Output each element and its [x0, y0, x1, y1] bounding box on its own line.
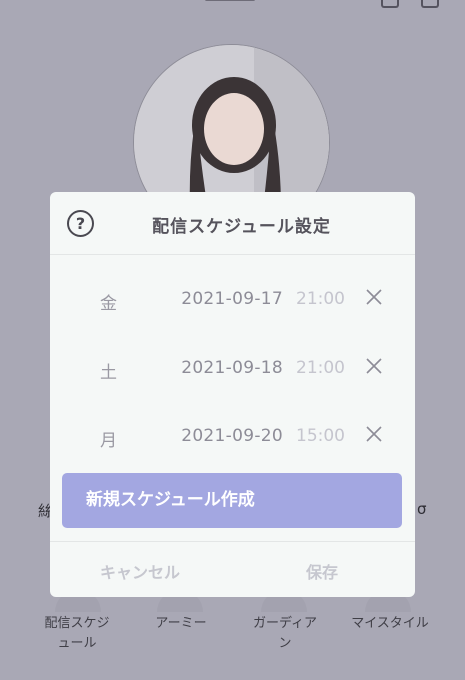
- new-schedule-button[interactable]: 新規スケジュール作成: [62, 473, 402, 528]
- top-icons: [381, 0, 439, 8]
- schedule-day: 金: [100, 294, 117, 314]
- schedule-time[interactable]: 15:00: [296, 426, 345, 446]
- dialog-header: ? 配信スケジュール設定: [50, 192, 415, 255]
- schedule-settings-dialog: ? 配信スケジュール設定 金 2021-09-17 21:00 土 2021-0…: [50, 192, 415, 597]
- close-icon[interactable]: [364, 356, 384, 376]
- dialog-footer: キャンセル 保存: [50, 541, 415, 597]
- schedule-time[interactable]: 21:00: [296, 289, 345, 309]
- menu-icon[interactable]: [421, 0, 439, 8]
- schedule-row: 月 2021-09-20 15:00: [50, 423, 415, 453]
- cancel-button[interactable]: キャンセル: [100, 559, 180, 583]
- menu-item-army[interactable]: アーミー: [136, 614, 226, 634]
- close-icon[interactable]: [364, 287, 384, 307]
- menu-item-schedule[interactable]: 配信スケジ ュール: [32, 614, 122, 654]
- save-button[interactable]: 保存: [306, 559, 338, 583]
- dialog-title: 配信スケジュール設定: [152, 217, 331, 237]
- schedule-list: 金 2021-09-17 21:00 土 2021-09-18 21:00 月 …: [50, 255, 415, 470]
- schedule-time[interactable]: 21:00: [296, 358, 345, 378]
- schedule-date[interactable]: 2021-09-18: [181, 358, 283, 378]
- menu-item-guardian[interactable]: ガーディア ン: [240, 614, 330, 654]
- schedule-row: 金 2021-09-17 21:00: [50, 286, 415, 316]
- schedule-date[interactable]: 2021-09-17: [181, 289, 283, 309]
- schedule-row: 土 2021-09-18 21:00: [50, 355, 415, 385]
- top-bar-title-fragment: [205, 0, 255, 1]
- share-icon[interactable]: [381, 0, 399, 8]
- background-text-fragment: σ: [417, 500, 427, 518]
- schedule-day: 月: [100, 431, 117, 451]
- close-icon[interactable]: [364, 424, 384, 444]
- menu-item-my-style[interactable]: マイスタイル: [340, 614, 440, 634]
- schedule-day: 土: [100, 363, 117, 383]
- schedule-date[interactable]: 2021-09-20: [181, 426, 283, 446]
